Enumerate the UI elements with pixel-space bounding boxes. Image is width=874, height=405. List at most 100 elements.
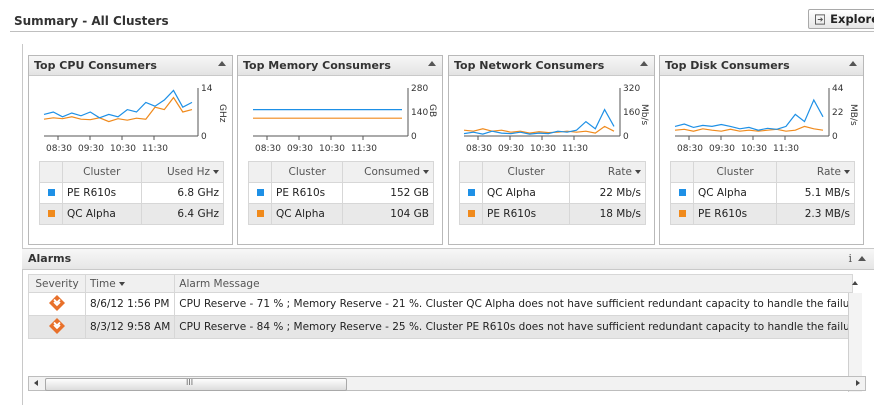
- collapse-panel-button[interactable]: [428, 61, 436, 66]
- panel-cpu-consumers: Top CPU Consumers 14 0 GHz 08:30 09:30 10:30 11…: [28, 55, 233, 245]
- table-row[interactable]: PE R610s 18 Mb/s: [459, 203, 646, 225]
- critical-alarm-icon: [49, 294, 65, 311]
- series-color-swatch: [467, 189, 475, 196]
- time-column-label: Time: [90, 277, 116, 290]
- scroll-up-arrow-icon[interactable]: [852, 281, 858, 285]
- sparkline-chart: 44 22 0 MB/s 08:30 09:30 10:30 11:30: [674, 84, 858, 154]
- y-tick-label: 280: [411, 84, 428, 94]
- horizontal-scrollbar[interactable]: III: [28, 376, 866, 391]
- alarm-time: 8/3/12 9:58 AM: [84, 315, 176, 339]
- sparkline-chart: 14 0 GHz 08:30 09:30 10:30 11:30: [43, 84, 227, 154]
- color-column-header: [459, 161, 483, 183]
- time-column-header[interactable]: Time: [84, 274, 176, 293]
- table-row[interactable]: 8/3/12 9:58 AM CPU Reserve - 84 % ; Memo…: [28, 315, 854, 339]
- info-icon[interactable]: i: [848, 252, 852, 265]
- header-divider: [10, 31, 874, 32]
- message-column-header[interactable]: Alarm Message: [174, 274, 854, 293]
- scroll-grip: III: [186, 378, 194, 387]
- table-row[interactable]: PE R610s 6.8 GHz: [39, 182, 225, 204]
- chart-axes: [464, 88, 621, 137]
- unit-label: GHz: [217, 104, 227, 123]
- value-column-header[interactable]: Used Hz: [140, 161, 225, 183]
- chart-axes: [44, 88, 199, 137]
- x-tick-label: 09:30: [498, 144, 524, 154]
- x-tick-label: 10:30: [741, 144, 767, 154]
- scroll-right-arrow-icon[interactable]: [856, 380, 860, 386]
- table-row[interactable]: PE R610s 2.3 MB/s: [670, 203, 855, 225]
- unit-label: GB: [427, 104, 437, 117]
- series-color-swatch: [256, 189, 264, 196]
- table-header-row: Cluster Used Hz: [39, 161, 225, 183]
- series-line-orange: [43, 96, 193, 123]
- sort-desc-icon: [213, 170, 219, 174]
- cluster-name: QC Alpha: [62, 203, 142, 225]
- cluster-column-header[interactable]: Cluster: [692, 161, 778, 183]
- value-column-header[interactable]: Rate: [776, 161, 855, 183]
- series-color-cell: [670, 203, 694, 225]
- table-row[interactable]: QC Alpha 22 Mb/s: [459, 182, 646, 204]
- alarm-message: CPU Reserve - 71 % ; Memory Reserve - 21…: [174, 292, 854, 316]
- series-color-cell: [248, 203, 272, 225]
- explore-icon: [815, 13, 826, 25]
- series-color-swatch: [467, 210, 475, 217]
- summary-header: Summary - All Clusters Explore: [0, 0, 874, 40]
- y-tick-label: 320: [623, 84, 640, 94]
- consumer-value: 104 GB: [342, 203, 434, 225]
- alarm-time: 8/6/12 1:56 PM: [84, 292, 176, 316]
- collapse-panel-button[interactable]: [849, 61, 857, 66]
- x-tick-label: 08:30: [677, 144, 703, 154]
- alarms-table: Severity Time Alarm Message 8/6/12 1:56 …: [28, 274, 854, 339]
- y-tick-label: 0: [201, 132, 207, 142]
- series-color-cell: [670, 182, 694, 204]
- sparkline-chart: 280 140 0 GB 08:30 09:30 10:30 11:30: [253, 84, 437, 154]
- cluster-column-header[interactable]: Cluster: [481, 161, 571, 183]
- explore-button[interactable]: Explore: [808, 9, 874, 29]
- scroll-left-arrow-icon[interactable]: [34, 380, 38, 386]
- series-color-swatch: [678, 189, 686, 196]
- x-tick-label: 11:30: [351, 144, 377, 154]
- series-color-cell: [39, 203, 63, 225]
- table-row[interactable]: PE R610s 152 GB: [248, 182, 434, 204]
- collapse-panel-button[interactable]: [640, 61, 648, 66]
- cluster-name: PE R610s: [692, 203, 778, 225]
- collapse-panel-button[interactable]: [218, 61, 226, 66]
- value-column-label: Rate: [607, 166, 632, 178]
- y-tick-label: 22: [832, 108, 843, 118]
- y-tick-label: 0: [411, 132, 417, 142]
- cluster-column-header[interactable]: Cluster: [62, 161, 142, 183]
- consumer-value: 2.3 MB/s: [776, 203, 855, 225]
- cluster-name: PE R610s: [62, 182, 142, 204]
- consumer-value: 152 GB: [342, 182, 434, 204]
- severity-cell: [28, 315, 86, 339]
- cluster-column-header[interactable]: Cluster: [270, 161, 344, 183]
- sort-desc-icon: [423, 170, 429, 174]
- consumer-value: 18 Mb/s: [569, 203, 646, 225]
- value-column-header[interactable]: Consumed: [342, 161, 434, 183]
- panel-memory-consumers: Top Memory Consumers 280 140 0 GB 08:30 09:30 1…: [237, 55, 443, 245]
- y-tick-label: 140: [411, 108, 428, 118]
- color-column-header: [39, 161, 63, 183]
- unit-label: Mb/s: [639, 104, 649, 126]
- x-tick-label: 10:30: [319, 144, 345, 154]
- table-row[interactable]: 8/6/12 1:56 PM CPU Reserve - 71 % ; Memo…: [28, 292, 854, 316]
- table-row[interactable]: QC Alpha 104 GB: [248, 203, 434, 225]
- x-tick-label: 11:30: [142, 144, 168, 154]
- scroll-thumb[interactable]: III: [45, 378, 347, 391]
- panel-header: Top CPU Consumers: [29, 56, 232, 76]
- panel-header: Top Disk Consumers: [660, 56, 863, 76]
- collapse-alarms-button[interactable]: [858, 256, 866, 261]
- x-tick-label: 10:30: [110, 144, 136, 154]
- table-row[interactable]: QC Alpha 5.1 MB/s: [670, 182, 855, 204]
- severity-column-header[interactable]: Severity: [28, 274, 86, 293]
- chart-axes: [253, 88, 409, 137]
- series-line-blue: [463, 108, 615, 135]
- consumer-value: 22 Mb/s: [569, 182, 646, 204]
- value-column-header[interactable]: Rate: [569, 161, 646, 183]
- series-color-cell: [39, 182, 63, 204]
- page-title: Summary - All Clusters: [14, 14, 169, 28]
- sort-desc-icon: [118, 281, 125, 286]
- panel-header: Top Memory Consumers: [238, 56, 442, 76]
- table-row[interactable]: QC Alpha 6.4 GHz: [39, 203, 225, 225]
- alarms-header: Alarms i: [22, 248, 874, 270]
- y-tick-label: 160: [623, 108, 640, 118]
